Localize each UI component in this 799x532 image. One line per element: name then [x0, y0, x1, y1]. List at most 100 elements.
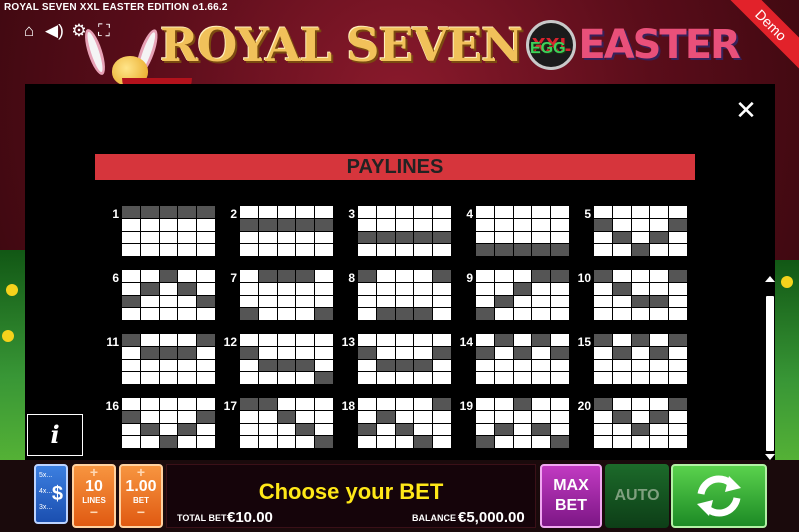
payline-cell-active	[594, 334, 612, 346]
spin-button[interactable]	[671, 464, 767, 528]
payline-cell	[358, 282, 376, 295]
payline-cell	[612, 206, 631, 218]
modal-scrollbar[interactable]	[765, 94, 775, 460]
payline-cell-active	[197, 410, 215, 423]
payline-4: 4	[457, 205, 570, 257]
payline-cell-active	[476, 308, 494, 320]
payline-cell	[631, 270, 650, 282]
payline-cell-active	[551, 436, 569, 448]
volume-icon[interactable]: ◀)	[45, 22, 64, 40]
home-icon[interactable]: ⌂	[20, 22, 38, 40]
control-bar: 5x... 4x... 3x... $ + 10 LINES − + 1.00 …	[0, 460, 799, 532]
payline-cell	[551, 359, 569, 372]
lines-minus-button[interactable]: −	[74, 505, 114, 519]
payline-pattern	[475, 269, 570, 321]
payline-cell	[494, 282, 513, 295]
payline-cell	[315, 270, 333, 282]
payline-cell	[197, 244, 215, 256]
payline-number: 15	[577, 335, 591, 349]
payline-6: 6	[103, 269, 216, 321]
payline-cell	[358, 334, 376, 346]
payline-cell	[240, 206, 258, 218]
payline-cell	[395, 218, 414, 231]
payline-cell	[494, 231, 513, 244]
payline-cell	[197, 231, 215, 244]
payline-cell	[315, 295, 333, 308]
payline-pattern	[593, 333, 688, 385]
payline-cell	[612, 295, 631, 308]
payline-cell-active	[494, 295, 513, 308]
payline-cell	[178, 218, 197, 231]
payline-cell	[358, 308, 376, 320]
payline-cell	[631, 359, 650, 372]
mult-3x: 3x...	[39, 504, 53, 511]
flower-icon	[781, 276, 793, 288]
grass-right	[771, 260, 799, 460]
payline-cell	[395, 372, 414, 384]
payline-cell	[594, 244, 612, 256]
payline-cell-active	[594, 270, 612, 282]
payline-8: 8	[339, 269, 452, 321]
payline-cell	[159, 398, 178, 410]
payline-cell	[532, 308, 551, 320]
payline-cell	[140, 218, 159, 231]
payline-cell	[376, 206, 395, 218]
payline-cell	[258, 282, 277, 295]
payline-5: 5	[575, 205, 688, 257]
grass-left	[0, 250, 26, 460]
close-button[interactable]: ✕	[734, 97, 758, 123]
fullscreen-icon[interactable]: ⛶	[95, 22, 113, 40]
payline-cell	[140, 372, 159, 384]
max-bet-button[interactable]: MAX BET	[540, 464, 602, 528]
payline-cell-active	[178, 423, 197, 436]
auto-button[interactable]: AUTO	[605, 464, 669, 528]
payline-cell	[513, 436, 532, 448]
payline-cell	[631, 282, 650, 295]
spin-arrows-icon	[697, 475, 741, 517]
payline-17: 17	[221, 397, 334, 449]
payline-cell	[513, 231, 532, 244]
payline-cell-active	[433, 270, 451, 282]
lines-plus-button[interactable]: +	[74, 465, 114, 479]
payline-cell-active	[315, 308, 333, 320]
payline-cell	[551, 423, 569, 436]
payline-cell	[669, 231, 687, 244]
paytable-button[interactable]: 5x... 4x... 3x... $	[34, 464, 68, 524]
payline-cell	[197, 308, 215, 320]
info-button[interactable]: i	[27, 414, 83, 456]
payline-cell	[197, 372, 215, 384]
bet-plus-button[interactable]: +	[121, 465, 161, 479]
payline-cell	[669, 244, 687, 256]
payline-cell	[612, 308, 631, 320]
payline-cell-active	[395, 359, 414, 372]
payline-cell	[258, 308, 277, 320]
bet-minus-button[interactable]: −	[121, 505, 161, 519]
payline-cell	[414, 295, 433, 308]
scroll-up-icon[interactable]	[765, 276, 775, 282]
payline-cell	[358, 244, 376, 256]
payline-cell	[159, 231, 178, 244]
payline-cell	[594, 372, 612, 384]
payline-cell-active	[258, 359, 277, 372]
scroll-thumb[interactable]	[766, 296, 774, 451]
paylines-modal: ✕ PAYLINES 1 2 3 4 5 6 7 8 9 10 11 12 13 14 15 16 17 18 19…	[25, 84, 775, 460]
payline-pattern	[357, 397, 452, 449]
payline-cell-active	[240, 218, 258, 231]
payline-cell	[650, 359, 669, 372]
payline-cell	[159, 244, 178, 256]
payline-cell	[513, 218, 532, 231]
payline-cell	[277, 206, 296, 218]
payline-cell	[240, 334, 258, 346]
payline-cell-active	[494, 334, 513, 346]
payline-14: 14	[457, 333, 570, 385]
payline-cell	[258, 346, 277, 359]
payline-number: 3	[348, 207, 355, 221]
payline-cell	[669, 295, 687, 308]
payline-pattern	[121, 397, 216, 449]
payline-pattern	[593, 205, 688, 257]
payline-cell-active	[122, 334, 140, 346]
payline-cell	[476, 398, 494, 410]
payline-cell	[296, 436, 315, 448]
payline-cell	[650, 423, 669, 436]
payline-cell	[159, 334, 178, 346]
